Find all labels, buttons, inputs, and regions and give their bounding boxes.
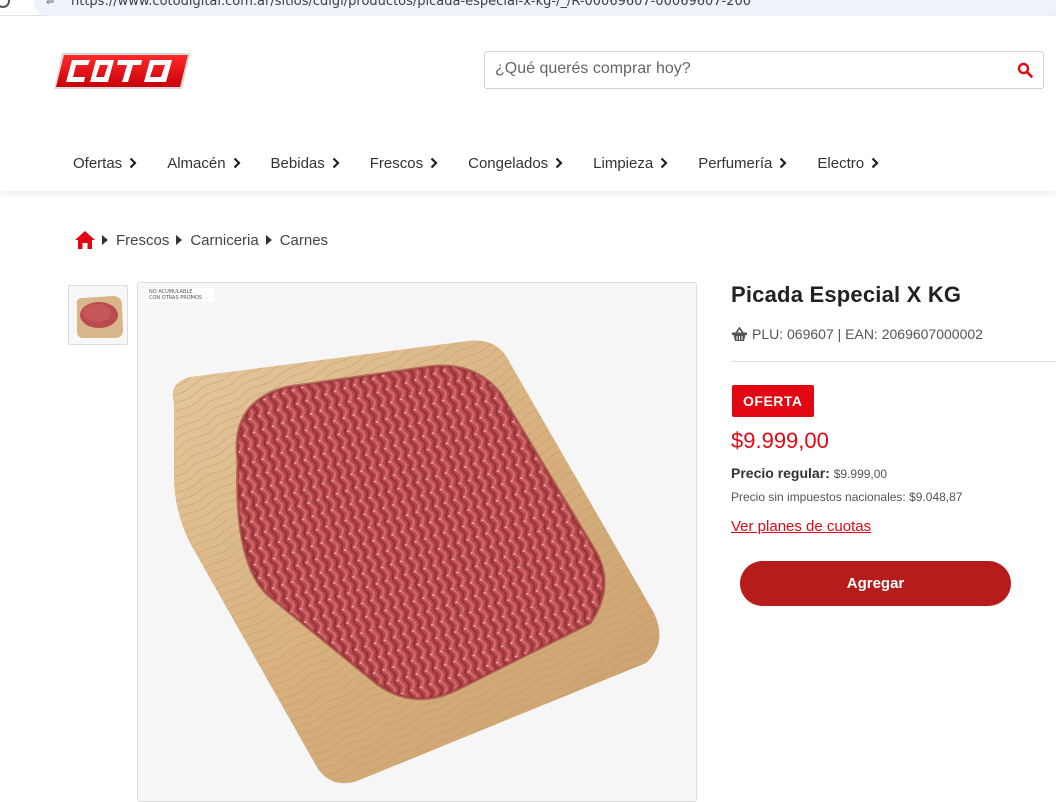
nav-item-ofertas[interactable]: Ofertas bbox=[73, 151, 137, 175]
site-info-icon[interactable]: ⇌ bbox=[46, 0, 54, 7]
regular-price: Precio regular: $9.999,00 bbox=[731, 465, 887, 481]
installments-link[interactable]: Ver planes de cuotas bbox=[731, 518, 871, 535]
nav-item-label: Ofertas bbox=[73, 154, 123, 172]
nav-item-limpieza[interactable]: Limpieza bbox=[593, 151, 668, 175]
product-info: Picada Especial X KG PLU: 069607 | EAN: … bbox=[731, 282, 1056, 606]
site-header: Ofertas Almacén Bebidas Frescos Congelad… bbox=[0, 17, 1056, 191]
plu-ean-text: PLU: 069607 | EAN: 2069607000002 bbox=[752, 326, 983, 342]
ground-meat-tray-icon bbox=[69, 286, 127, 344]
breadcrumb-separator-icon bbox=[176, 235, 183, 245]
reload-icon[interactable] bbox=[0, 0, 10, 8]
regular-price-label: Precio regular: bbox=[731, 465, 830, 481]
nav-item-perfumeria[interactable]: Perfumería bbox=[698, 151, 787, 175]
chevron-right-icon bbox=[660, 157, 668, 169]
coto-logo[interactable] bbox=[52, 47, 192, 93]
product-thumbnail[interactable] bbox=[68, 285, 128, 345]
nav-item-label: Electro bbox=[817, 154, 865, 172]
nav-item-congelados[interactable]: Congelados bbox=[468, 151, 563, 175]
nav-item-frescos[interactable]: Frescos bbox=[370, 151, 438, 175]
divider bbox=[731, 361, 1056, 362]
breadcrumb-item-carniceria[interactable]: Carniceria bbox=[190, 232, 258, 249]
breadcrumb: Frescos Carniceria Carnes bbox=[74, 229, 335, 251]
product-image: NO ACUMULABLE CON OTRAS PROMOS bbox=[137, 282, 697, 802]
basket-icon bbox=[732, 326, 747, 341]
breadcrumb-item-carnes[interactable]: Carnes bbox=[280, 232, 328, 249]
search-box bbox=[484, 51, 1044, 89]
breadcrumb-item-frescos[interactable]: Frescos bbox=[116, 232, 169, 249]
chevron-right-icon bbox=[332, 157, 340, 169]
nav-item-label: Frescos bbox=[369, 154, 424, 172]
chevron-right-icon bbox=[430, 157, 438, 169]
nav-item-label: Limpieza bbox=[593, 154, 654, 172]
no-acumulable-badge: NO ACUMULABLE CON OTRAS PROMOS bbox=[146, 288, 214, 302]
chevron-right-icon bbox=[233, 157, 241, 169]
nav-item-almacen[interactable]: Almacén bbox=[167, 151, 241, 175]
badge-line-2: CON OTRAS PROMOS bbox=[149, 295, 203, 301]
regular-price-value: $9.999,00 bbox=[833, 467, 888, 481]
address-url[interactable]: https://www.cotodigital.com.ar/sitios/cd… bbox=[71, 0, 751, 9]
search-input[interactable] bbox=[495, 60, 995, 78]
offer-badge: OFERTA bbox=[732, 385, 814, 417]
nav-item-label: Bebidas bbox=[270, 154, 325, 172]
breadcrumb-separator-icon bbox=[265, 235, 272, 245]
chevron-right-icon bbox=[871, 157, 879, 169]
nav-item-label: Perfumería bbox=[698, 154, 773, 172]
nav-item-label: Almacén bbox=[167, 154, 226, 172]
nav-item-electro[interactable]: Electro bbox=[817, 151, 879, 175]
breadcrumb-separator-icon bbox=[102, 235, 108, 245]
product-title: Picada Especial X KG bbox=[731, 282, 962, 307]
nav-item-bebidas[interactable]: Bebidas bbox=[271, 151, 340, 175]
search-icon[interactable] bbox=[1017, 62, 1033, 78]
add-to-cart-button[interactable]: Agregar bbox=[740, 561, 1011, 606]
nav-item-label: Congelados bbox=[468, 154, 549, 172]
price-without-taxes: Precio sin impuestos nacionales: $9.048,… bbox=[731, 490, 963, 504]
offer-price: $9.999,00 bbox=[731, 428, 829, 453]
browser-url-bar: ⇌ https://www.cotodigital.com.ar/sitios/… bbox=[0, 0, 1056, 16]
chevron-right-icon bbox=[129, 157, 137, 169]
ground-meat-on-board-image bbox=[138, 283, 696, 801]
chevron-right-icon bbox=[555, 157, 563, 169]
product-codes: PLU: 069607 | EAN: 2069607000002 bbox=[731, 326, 983, 342]
home-icon[interactable] bbox=[74, 229, 96, 251]
category-nav: Ofertas Almacén Bebidas Frescos Congelad… bbox=[73, 151, 909, 175]
chevron-right-icon bbox=[780, 157, 787, 169]
